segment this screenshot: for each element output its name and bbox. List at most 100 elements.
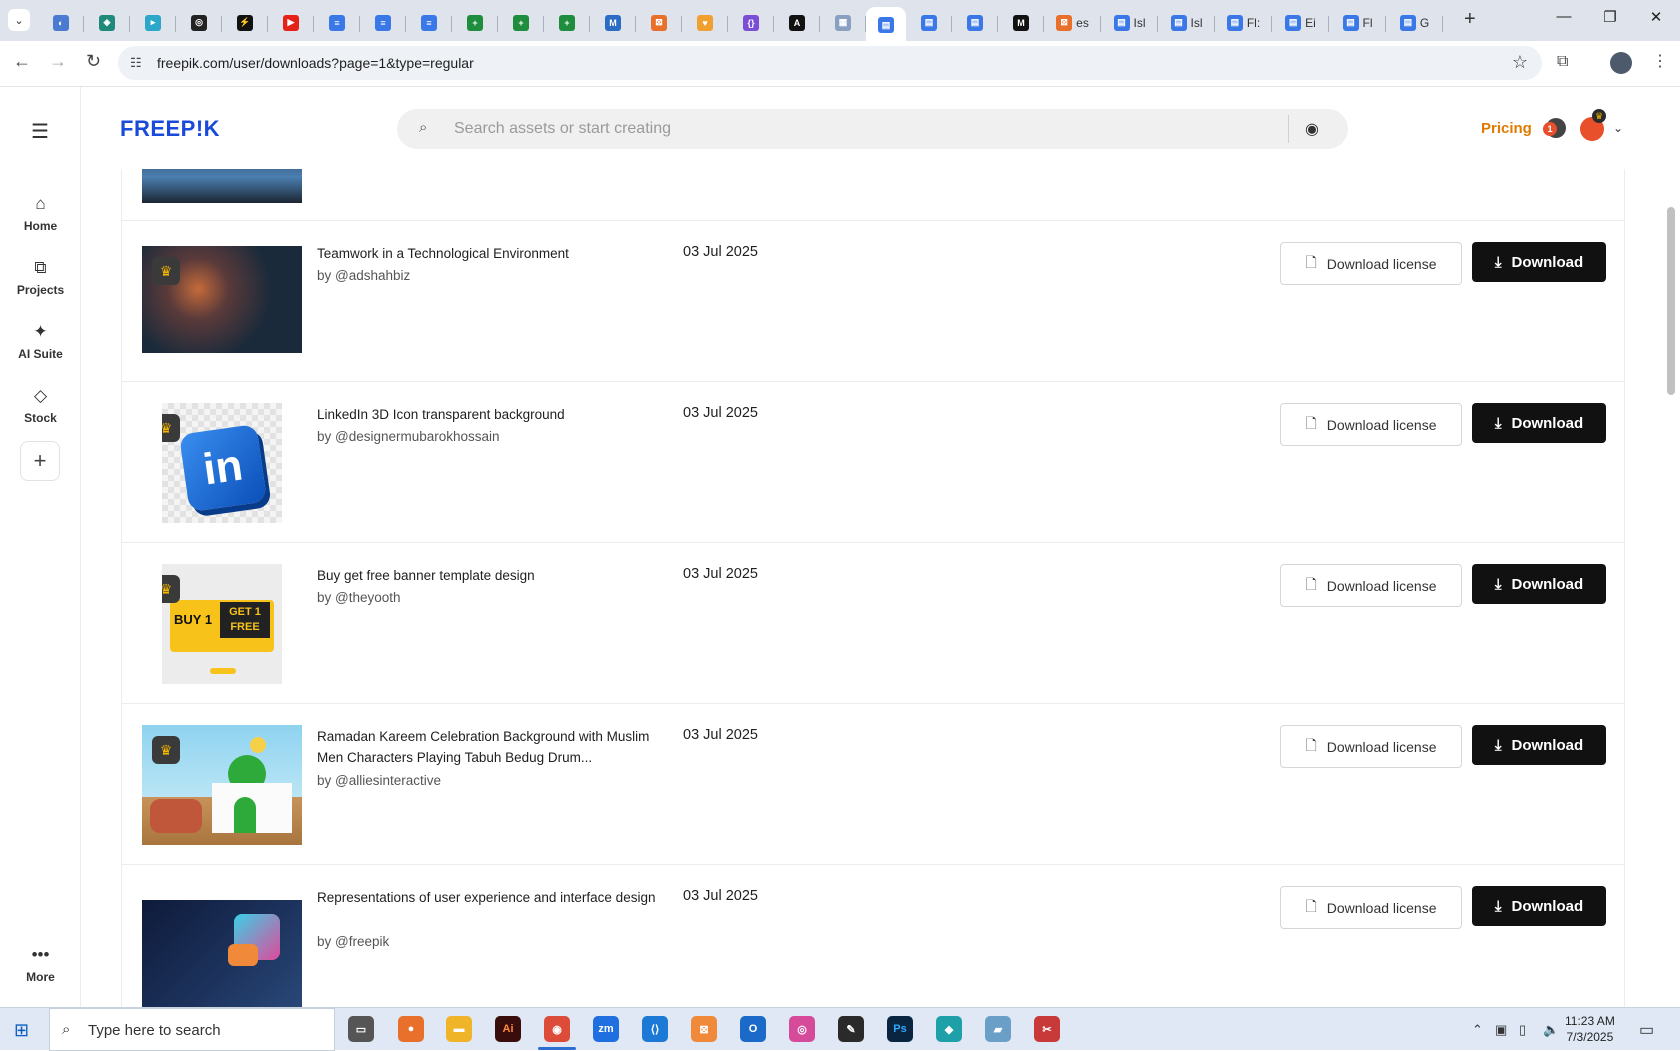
tab-7[interactable]: ≡ xyxy=(314,7,360,39)
network-icon[interactable]: ▯ xyxy=(1519,1022,1526,1038)
tab-23[interactable]: ⊠ es xyxy=(1044,7,1101,39)
firefox-icon[interactable]: ● xyxy=(398,1016,424,1042)
asset-author[interactable]: by @freepik xyxy=(317,934,389,949)
chrome-icon[interactable]: ◉ xyxy=(544,1016,570,1042)
download-license-button[interactable]: 🗋 Download license xyxy=(1280,886,1462,929)
tab-2[interactable]: ◈ xyxy=(84,7,130,39)
forward-button[interactable]: → xyxy=(49,51,67,72)
download-button[interactable]: ⤓ Download xyxy=(1472,886,1606,926)
tab-24[interactable]: ▤ Isl xyxy=(1101,7,1158,39)
thumbnail-image[interactable]: ♛ xyxy=(142,725,302,845)
download-button[interactable]: ⤓ Download xyxy=(1472,403,1606,443)
tab-26[interactable]: ▤ Fl: xyxy=(1215,7,1272,39)
tab-3[interactable]: ▸ xyxy=(130,7,176,39)
extensions-icon[interactable]: ⧉ xyxy=(1557,53,1568,71)
tab-29[interactable]: ▤ G xyxy=(1386,7,1443,39)
scrollbar-thumb[interactable] xyxy=(1667,207,1675,395)
volume-icon[interactable]: 🔈 xyxy=(1543,1022,1559,1038)
tab-16[interactable]: {} xyxy=(728,7,774,39)
tab-4[interactable]: ◎ xyxy=(176,7,222,39)
asset-title[interactable]: Ramadan Kareem Celebration Background wi… xyxy=(317,726,657,768)
tab-1[interactable]: ◐ xyxy=(38,7,84,39)
thumbnail-image[interactable]: in ♛ xyxy=(162,403,282,523)
rail-item-more[interactable]: ••• More xyxy=(0,945,81,984)
download-button[interactable]: ⤓ Download xyxy=(1472,725,1606,765)
close-window-button[interactable]: ✕ xyxy=(1633,8,1679,26)
download-license-button[interactable]: 🗋 Download license xyxy=(1280,564,1462,607)
rail-item-stock[interactable]: ◇ Stock xyxy=(0,386,81,425)
creative-cloud-icon[interactable]: ◎ xyxy=(789,1016,815,1042)
taskbar-search[interactable]: ⌕ Type here to search xyxy=(49,1008,335,1051)
search-input[interactable] xyxy=(454,109,1274,149)
download-button[interactable]: ⤓ Download xyxy=(1472,242,1606,282)
tab-22[interactable]: M xyxy=(998,7,1044,39)
tab-11[interactable]: + xyxy=(498,7,544,39)
tab-14[interactable]: ⊠ xyxy=(636,7,682,39)
address-url[interactable]: freepik.com/user/downloads?page=1&type=r… xyxy=(157,55,474,71)
tab-10[interactable]: + xyxy=(452,7,498,39)
thumbnail-image[interactable]: ♛ xyxy=(142,246,302,353)
thumbnail-image[interactable] xyxy=(142,900,302,1007)
tab-5[interactable]: ⚡ xyxy=(222,7,268,39)
windows-start-icon[interactable]: ⊞ xyxy=(14,1020,29,1041)
tab-20[interactable]: ▤ xyxy=(906,7,952,39)
rail-item-projects[interactable]: ⧉ Projects xyxy=(0,258,81,297)
asset-author[interactable]: by @alliesinteractive xyxy=(317,773,441,788)
asset-title[interactable]: Buy get free banner template design xyxy=(317,565,657,586)
download-license-button[interactable]: 🗋 Download license xyxy=(1280,242,1462,285)
tab-21[interactable]: ▤ xyxy=(952,7,998,39)
asset-author[interactable]: by @designermubarokhossain xyxy=(317,429,500,444)
asset-title[interactable]: Teamwork in a Technological Environment xyxy=(317,243,657,264)
taskbar-clock[interactable]: 11:23 AM 7/3/2025 xyxy=(1565,1013,1615,1045)
tab-15[interactable]: ♥ xyxy=(682,7,728,39)
back-button[interactable]: ← xyxy=(13,51,31,72)
xampp-icon[interactable]: ⊠ xyxy=(691,1016,717,1042)
freepik-logo[interactable]: FREEP!K xyxy=(120,116,220,142)
asset-title[interactable]: LinkedIn 3D Icon transparent background xyxy=(317,404,657,425)
thumbnail-image[interactable] xyxy=(142,169,302,203)
tab-27[interactable]: ▤ Ei xyxy=(1272,7,1329,39)
tab-12[interactable]: + xyxy=(544,7,590,39)
profile-avatar[interactable] xyxy=(1610,52,1632,74)
rail-item-ai-suite[interactable]: ✦ AI Suite xyxy=(0,322,81,361)
zoom-icon[interactable]: zm xyxy=(593,1016,619,1042)
new-tab-button[interactable]: + xyxy=(1464,8,1476,31)
tab-search-button[interactable]: ⌄ xyxy=(8,9,30,31)
chevron-down-icon[interactable]: ⌄ xyxy=(1613,121,1623,135)
rail-item-home[interactable]: ⌂ Home xyxy=(0,194,81,233)
tab-6[interactable]: ▶ xyxy=(268,7,314,39)
tab-17[interactable]: A xyxy=(774,7,820,39)
address-bar[interactable]: ☷ freepik.com/user/downloads?page=1&type… xyxy=(118,46,1542,80)
task-view-icon[interactable]: ▭ xyxy=(348,1016,374,1042)
restore-button[interactable]: ❐ xyxy=(1587,8,1633,26)
tray-app-icon[interactable]: ▣ xyxy=(1495,1022,1507,1038)
snipping-tool-icon[interactable]: ✂ xyxy=(1034,1016,1060,1042)
photoshop-icon[interactable]: Ps xyxy=(887,1016,913,1042)
tab-13[interactable]: M xyxy=(590,7,636,39)
download-license-button[interactable]: 🗋 Download license xyxy=(1280,725,1462,768)
tray-chevron-icon[interactable]: ⌃ xyxy=(1472,1022,1483,1038)
asset-author[interactable]: by @theyooth xyxy=(317,590,401,605)
tab-18[interactable]: ▦ xyxy=(820,7,866,39)
tab-25[interactable]: ▤ Isl xyxy=(1158,7,1215,39)
app-icon[interactable]: ▰ xyxy=(985,1016,1011,1042)
vscode-icon[interactable]: ⟨⟩ xyxy=(642,1016,668,1042)
camera-search-icon[interactable]: ◉ xyxy=(1305,119,1319,139)
bookmark-star-icon[interactable]: ☆ xyxy=(1512,52,1528,73)
browser-menu-icon[interactable]: ⋮ xyxy=(1652,51,1668,71)
minimize-button[interactable]: — xyxy=(1541,8,1587,25)
download-button[interactable]: ⤓ Download xyxy=(1472,564,1606,604)
illustrator-icon[interactable]: Ai xyxy=(495,1016,521,1042)
tab-8[interactable]: ≡ xyxy=(360,7,406,39)
thumbnail-image[interactable]: BUY 1 GET 1 FREE ♛ xyxy=(162,564,282,684)
notification-center-icon[interactable]: ▭ xyxy=(1639,1020,1654,1040)
reload-button[interactable]: ↻ xyxy=(86,51,101,72)
tab-19[interactable]: ▤ xyxy=(866,6,906,44)
pricing-link[interactable]: Pricing xyxy=(1481,120,1532,137)
hamburger-menu-icon[interactable]: ☰ xyxy=(31,119,49,144)
app-icon[interactable]: ◆ xyxy=(936,1016,962,1042)
asset-author[interactable]: by @adshahbiz xyxy=(317,268,410,283)
pen-tool-icon[interactable]: ✎ xyxy=(838,1016,864,1042)
asset-title[interactable]: Representations of user experience and i… xyxy=(317,887,657,908)
download-license-button[interactable]: 🗋 Download license xyxy=(1280,403,1462,446)
